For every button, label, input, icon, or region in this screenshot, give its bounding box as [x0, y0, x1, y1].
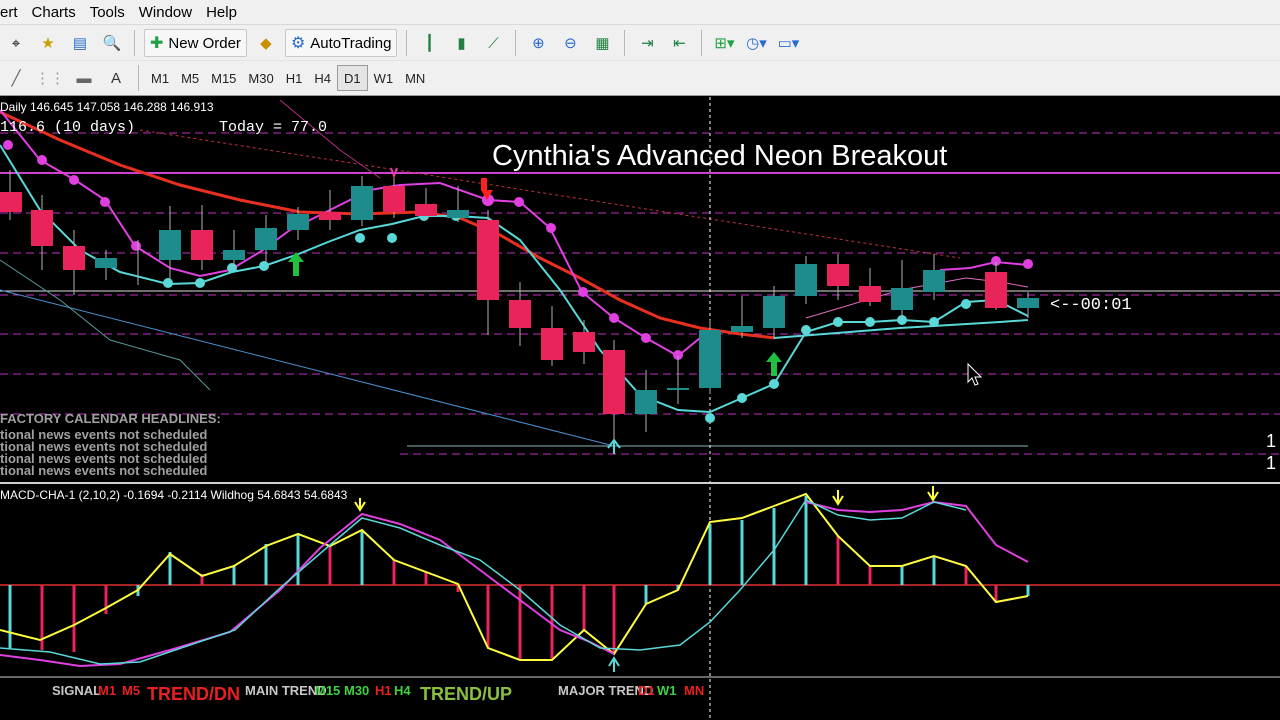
navigator-icon[interactable]: 🔍	[99, 30, 125, 56]
timeframe-h1[interactable]: H1	[280, 66, 309, 90]
text-icon[interactable]: A	[103, 65, 129, 91]
main-tf-h4: H4	[394, 683, 411, 698]
major-tf-mn: MN	[684, 683, 705, 698]
chart-canvas	[0, 97, 1280, 720]
metaeditor-icon[interactable]: ◆	[253, 30, 279, 56]
mouse-cursor-icon	[967, 362, 983, 386]
today-text: Today = 77.0	[219, 119, 328, 136]
toolbar-separator	[701, 30, 703, 56]
menu-help[interactable]: Help	[206, 4, 251, 21]
profiles-icon[interactable]: ★	[35, 30, 61, 56]
bar-chart-icon[interactable]: ┃	[416, 30, 442, 56]
timeframe-d1[interactable]: D1	[336, 65, 368, 91]
magenta-line-right	[939, 260, 1029, 271]
chart-shift-icon[interactable]: ⇤	[666, 30, 692, 56]
standard-toolbar: ⌖ ★ ▤ 🔍 ✚ New Order ◆ ⚙ AutoTrading ┃ ▮ …	[0, 24, 1280, 61]
timeframe-m5[interactable]: M5	[175, 66, 205, 90]
signal-tf-m1: M1	[98, 683, 117, 698]
autotrading-button[interactable]: ⚙ AutoTrading	[284, 29, 398, 57]
zoom-out-icon[interactable]: ⊖	[557, 30, 583, 56]
zoom-in-icon[interactable]: ⊕	[525, 30, 551, 56]
chart-title: Cynthia's Advanced Neon Breakout	[492, 140, 948, 172]
toolbar-separator	[406, 30, 408, 56]
range-text: 116.6 (10 days)	[0, 119, 136, 136]
toolbar-separator	[624, 30, 626, 56]
major-tf-w1: W1	[657, 683, 677, 698]
signal-label: SIGNAL	[52, 683, 102, 698]
main-trend-value: TREND/UP	[420, 684, 513, 704]
toolbar-separator	[134, 30, 135, 56]
indicator-label: MACD-CHA-1 (2,10,2) -0.1694 -0.2114 Wild…	[0, 488, 348, 502]
signal-trend: TREND/DN	[147, 684, 240, 704]
menu-bar: ert Charts Tools Window Help	[0, 0, 1280, 24]
countdown-timer: <--00:01	[1050, 296, 1132, 315]
menu-tools[interactable]: Tools	[90, 4, 139, 21]
macd-histogram	[8, 496, 1030, 660]
main-tf-m15: M15	[315, 683, 341, 698]
tile-windows-icon[interactable]: ▦	[589, 30, 615, 56]
chart-window[interactable]: Daily 146.645 147.058 146.288 146.913 11…	[0, 95, 1280, 720]
autoscroll-icon[interactable]: ⇥	[634, 30, 660, 56]
new-order-icon: ✚	[150, 35, 164, 52]
autotrading-icon: ⚙	[290, 35, 306, 52]
timeframe-toolbar: ╱ ⋮⋮ ▬ A M1 M5 M15 M30 H1 H4 D1 W1 MN	[0, 60, 1280, 96]
autotrading-label: AutoTrading	[310, 34, 392, 52]
menu-window[interactable]: Window	[139, 4, 206, 21]
templates-icon[interactable]: ▭▾	[775, 30, 801, 56]
right-edge-label-2: 1	[1266, 453, 1277, 473]
timeframe-m30[interactable]: M30	[242, 66, 279, 90]
main-tf-h1: H1	[375, 683, 392, 698]
new-order-button[interactable]: ✚ New Order	[144, 29, 247, 57]
crosshair-icon[interactable]: ⌖	[3, 30, 29, 56]
cyan-line	[0, 144, 1029, 414]
chart-header-ohlc: Daily 146.645 147.058 146.288 146.913	[0, 100, 214, 114]
market-watch-icon[interactable]: ▤	[67, 30, 93, 56]
timeframe-w1[interactable]: W1	[368, 66, 400, 90]
toolbar-separator	[515, 30, 517, 56]
periods-icon[interactable]: ◷▾	[743, 30, 769, 56]
candlestick-icon[interactable]: ▮	[448, 30, 474, 56]
timeframe-m15[interactable]: M15	[205, 66, 242, 90]
toolbar-separator	[138, 65, 139, 91]
trendline-icon[interactable]: ╱	[3, 65, 29, 91]
macd-yellow-line	[0, 492, 1029, 661]
grid-icon[interactable]: ⋮⋮	[35, 65, 65, 91]
cyan-dots	[163, 211, 971, 423]
indicators-icon[interactable]: ⊞▾	[711, 30, 737, 56]
timeframe-h4[interactable]: H4	[308, 66, 337, 90]
menu-charts[interactable]: Charts	[32, 4, 90, 21]
timeframe-mn[interactable]: MN	[399, 66, 431, 90]
line-chart-icon[interactable]: ⟋	[480, 30, 506, 56]
timeframe-m1[interactable]: M1	[145, 66, 175, 90]
menu-insert[interactable]: ert	[0, 4, 32, 21]
new-order-label: New Order	[168, 34, 241, 52]
right-edge-label-1: 1	[1266, 431, 1277, 451]
main-tf-m30: M30	[344, 683, 370, 698]
calendar-line: tional news events not scheduled	[0, 463, 208, 478]
signal-tf-m5: M5	[122, 683, 141, 698]
major-tf-d1: D1	[638, 683, 655, 698]
calendar-heading: FACTORY CALENDAR HEADLINES:	[0, 411, 221, 426]
candles	[0, 170, 1039, 440]
rectangle-icon[interactable]: ▬	[71, 65, 97, 91]
